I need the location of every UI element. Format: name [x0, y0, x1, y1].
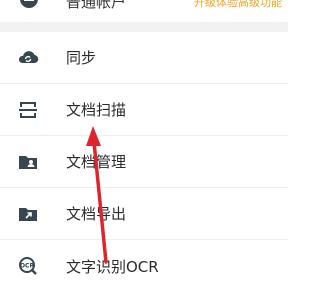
menu-item-manage[interactable]: 文档管理 [0, 136, 288, 188]
cloud-sync-icon [17, 47, 39, 69]
menu-item-sync-label: 同步 [66, 49, 97, 67]
account-row[interactable]: 普通帐户 升级体验高级功能 [0, 0, 288, 20]
menu-item-ocr[interactable]: OCR 文字识别OCR [0, 240, 288, 292]
folder-person-icon [17, 151, 39, 173]
folder-export-icon [17, 203, 39, 225]
upgrade-link[interactable]: 升级体验高级功能 [194, 0, 282, 10]
ocr-icon: OCR [17, 255, 39, 277]
side-menu: 同步 文档扫描 文档管理 文档导出 OCR 文字识别OCR [0, 32, 288, 292]
menu-item-scan[interactable]: 文档扫描 [0, 84, 288, 136]
menu-item-ocr-label: 文字识别OCR [66, 257, 159, 276]
account-icon [20, 0, 38, 8]
menu-item-export[interactable]: 文档导出 [0, 188, 288, 240]
menu-item-sync[interactable]: 同步 [0, 32, 288, 84]
menu-item-scan-label: 文档扫描 [66, 101, 127, 119]
menu-item-manage-label: 文档管理 [66, 153, 127, 171]
svg-text:OCR: OCR [20, 263, 35, 270]
scan-frame-icon [17, 99, 39, 121]
section-divider [0, 22, 288, 32]
menu-item-export-label: 文档导出 [66, 205, 127, 223]
account-label: 普通帐户 [66, 0, 127, 11]
